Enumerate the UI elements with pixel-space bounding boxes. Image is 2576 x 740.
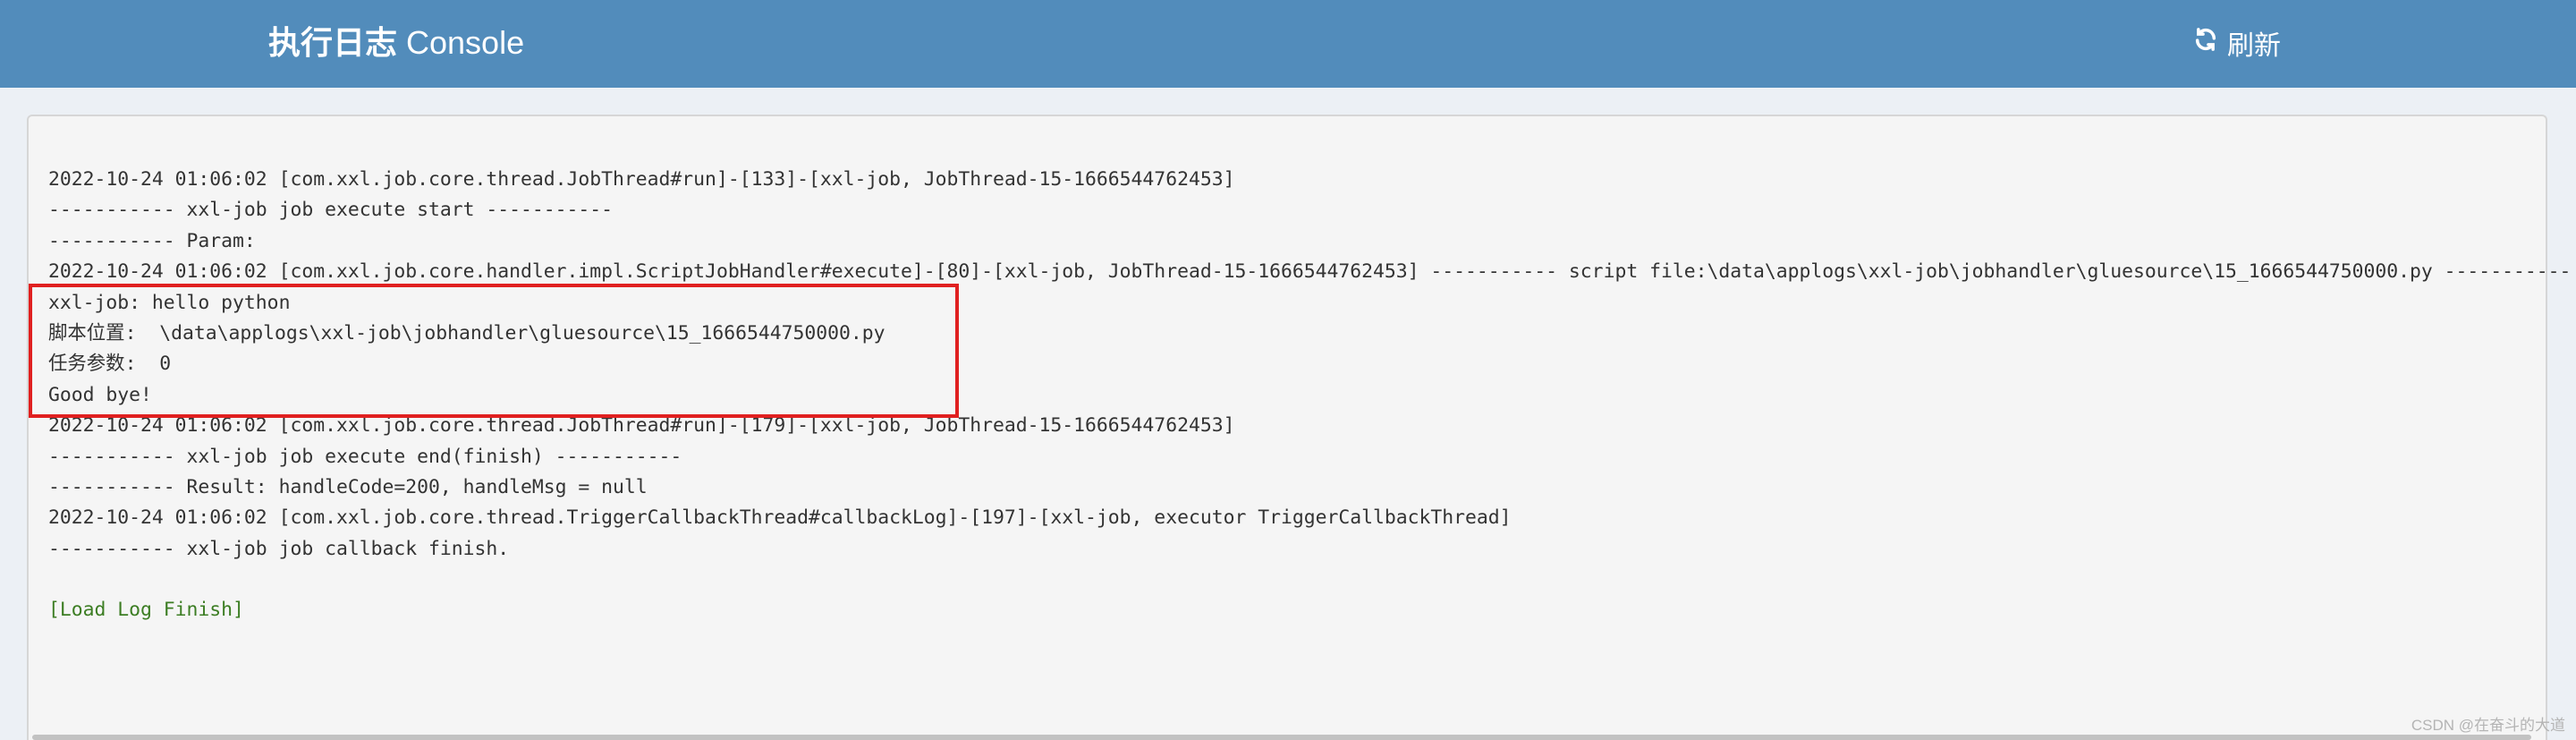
log-line: 2022-10-24 01:06:02 [com.xxl.job.core.th… <box>48 168 1235 191</box>
header-bar: 执行日志 Console 刷新 <box>0 0 2576 88</box>
refresh-button[interactable]: 刷新 <box>2193 21 2281 64</box>
load-log-finish: [Load Log Finish] <box>48 599 244 622</box>
log-line: xxl-job: hello python <box>48 291 291 314</box>
log-output: 2022-10-24 01:06:02 [com.xxl.job.core.th… <box>48 165 2571 626</box>
watermark: CSDN @在奋斗的大道 <box>2411 717 2565 734</box>
log-line: ----------- xxl-job job callback finish. <box>48 537 510 560</box>
log-line: 2022-10-24 01:06:02 [com.xxl.job.core.th… <box>48 506 1512 530</box>
log-console: 2022-10-24 01:06:02 [com.xxl.job.core.th… <box>27 115 2571 740</box>
page-title-main: 执行日志 <box>268 24 398 61</box>
page-title: 执行日志 Console <box>268 21 524 64</box>
refresh-icon <box>2193 27 2218 59</box>
log-line: 2022-10-24 01:06:02 [com.xxl.job.core.th… <box>48 414 1235 438</box>
log-line-blank <box>48 565 2571 595</box>
log-line: 脚本位置: \data\applogs\xxl-job\jobhandler\g… <box>48 321 886 344</box>
horizontal-scrollbar[interactable] <box>32 735 2531 740</box>
page-title-sub: Console <box>406 24 525 61</box>
log-line: ----------- Param: <box>48 229 256 252</box>
log-line: 任务参数: 0 <box>48 353 172 376</box>
log-line: ----------- xxl-job job execute end(fini… <box>48 445 682 468</box>
log-line: ----------- xxl-job job execute start --… <box>48 199 614 222</box>
log-line: ----------- Result: handleCode=200, hand… <box>48 475 648 498</box>
log-line: Good bye! <box>48 383 152 406</box>
refresh-label: 刷新 <box>2227 31 2281 61</box>
log-line: 2022-10-24 01:06:02 [com.xxl.job.core.ha… <box>48 260 2572 284</box>
